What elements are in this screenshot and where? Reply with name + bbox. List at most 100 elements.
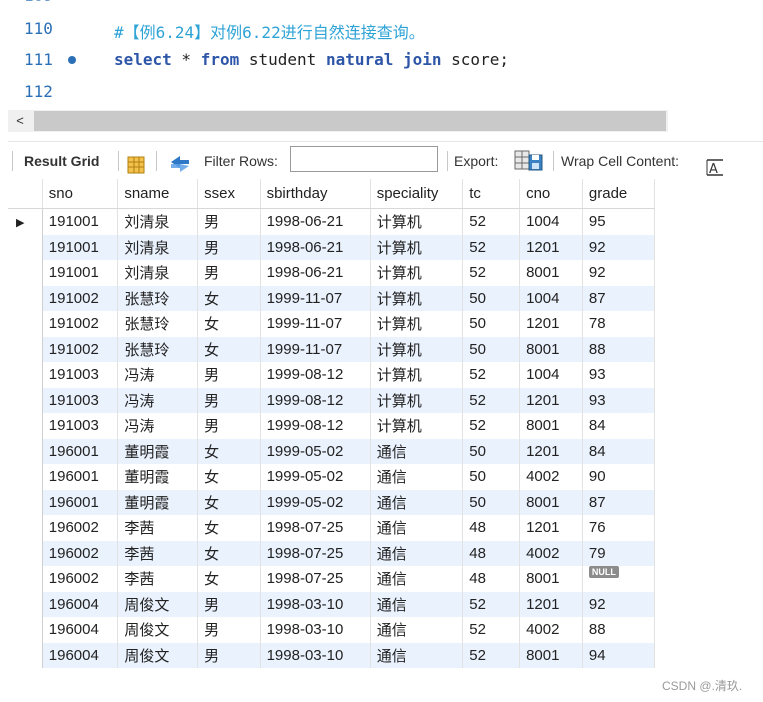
cell-ssex[interactable]: 女 (197, 336, 261, 362)
refresh-icon[interactable] (168, 151, 192, 173)
cell-grade[interactable]: 90 (582, 464, 656, 490)
cell-speciality[interactable]: 通信 (370, 566, 464, 592)
cell-speciality[interactable]: 计算机 (370, 387, 464, 413)
cell-cno[interactable]: 4002 (519, 617, 583, 643)
table-row[interactable]: 196002 李茜女 1998-07-25 通信 48 8001 NULL (8, 566, 656, 592)
table-row[interactable]: 191002 张慧玲女 1999-11-07 计算机 50 1201 78 (8, 311, 656, 337)
cell-sbirthday[interactable]: 1999-05-02 (260, 489, 371, 515)
cell-cno[interactable]: 4002 (519, 540, 583, 566)
cell-sname[interactable]: 周俊文 (117, 617, 199, 643)
column-header-sname[interactable]: sname (117, 179, 199, 209)
cell-speciality[interactable]: 计算机 (370, 336, 464, 362)
cell-ssex[interactable]: 女 (197, 285, 261, 311)
cell-sno[interactable]: 196001 (42, 489, 119, 515)
cell-speciality[interactable]: 通信 (370, 617, 464, 643)
table-row[interactable]: 196002 李茜女 1998-07-25 通信 48 4002 79 (8, 540, 656, 566)
cell-cno[interactable]: 8001 (519, 489, 583, 515)
cell-sname[interactable]: 冯涛 (117, 362, 199, 388)
horizontal-scrollbar[interactable]: < (8, 110, 668, 132)
cell-ssex[interactable]: 男 (197, 362, 261, 388)
cell-cno[interactable]: 8001 (519, 642, 583, 668)
cell-ssex[interactable]: 男 (197, 642, 261, 668)
cell-grade[interactable]: 79 (582, 540, 656, 566)
cell-tc[interactable]: 52 (462, 387, 521, 413)
cell-sname[interactable]: 李茜 (117, 515, 199, 541)
cell-cno[interactable]: 1201 (519, 438, 583, 464)
cell-grade[interactable]: 87 (582, 285, 656, 311)
code-line[interactable]: 112 (0, 82, 763, 104)
cell-ssex[interactable]: 女 (197, 311, 261, 337)
cell-grade[interactable]: 94 (582, 642, 656, 668)
cell-speciality[interactable]: 通信 (370, 540, 464, 566)
column-header-speciality[interactable]: speciality (370, 179, 464, 209)
cell-sno[interactable]: 191001 (42, 260, 119, 286)
cell-grade[interactable]: 92 (582, 260, 656, 286)
sql-editor[interactable]: 109 110 #【例6.24】对例6.22进行自然连接查询。 111 sele… (0, 0, 763, 108)
table-row[interactable]: 191002 张慧玲女 1999-11-07 计算机 50 8001 88 (8, 336, 656, 362)
row-header[interactable] (8, 591, 43, 617)
column-header-sbirthday[interactable]: sbirthday (260, 179, 371, 209)
cell-tc[interactable]: 50 (462, 489, 521, 515)
cell-speciality[interactable]: 计算机 (370, 260, 464, 286)
row-header[interactable] (8, 260, 43, 286)
cell-cno[interactable]: 8001 (519, 260, 583, 286)
cell-cno[interactable]: 1201 (519, 591, 583, 617)
row-header[interactable] (8, 540, 43, 566)
table-row[interactable]: 191001 刘清泉男 1998-06-21 计算机 52 8001 92 (8, 260, 656, 286)
cell-sbirthday[interactable]: 1999-11-07 (260, 285, 371, 311)
cell-tc[interactable]: 50 (462, 336, 521, 362)
cell-sbirthday[interactable]: 1999-05-02 (260, 464, 371, 490)
cell-cno[interactable]: 1004 (519, 362, 583, 388)
cell-sname[interactable]: 冯涛 (117, 413, 199, 439)
cell-sno[interactable]: 196001 (42, 464, 119, 490)
code-line[interactable]: 111 select * from student natural join s… (0, 50, 763, 72)
cell-sname[interactable]: 李茜 (117, 566, 199, 592)
row-header[interactable] (8, 311, 43, 337)
cell-grade[interactable]: 92 (582, 591, 656, 617)
cell-sbirthday[interactable]: 1998-06-21 (260, 234, 371, 260)
result-grid[interactable]: sno sname ssex sbirthday speciality tc cno grad… (8, 179, 656, 668)
cell-cno[interactable]: 1201 (519, 515, 583, 541)
cell-cno[interactable]: 4002 (519, 464, 583, 490)
cell-tc[interactable]: 48 (462, 515, 521, 541)
cell-ssex[interactable]: 男 (197, 413, 261, 439)
cell-grade[interactable]: 93 (582, 362, 656, 388)
grid-view-icon[interactable] (126, 151, 146, 174)
cell-ssex[interactable]: 女 (197, 489, 261, 515)
cell-ssex[interactable]: 男 (197, 387, 261, 413)
cell-grade[interactable]: 88 (582, 617, 656, 643)
result-grid-tab[interactable]: Result Grid (24, 142, 99, 180)
row-header[interactable] (8, 413, 43, 439)
cell-sbirthday[interactable]: 1998-03-10 (260, 591, 371, 617)
row-header[interactable] (8, 489, 43, 515)
cell-ssex[interactable]: 男 (197, 617, 261, 643)
cell-cno[interactable]: 1201 (519, 234, 583, 260)
filter-rows-input[interactable] (290, 146, 438, 172)
cell-sname[interactable]: 李茜 (117, 540, 199, 566)
cell-sno[interactable]: 196004 (42, 591, 119, 617)
cell-sbirthday[interactable]: 1998-03-10 (260, 642, 371, 668)
cell-tc[interactable]: 48 (462, 540, 521, 566)
cell-sbirthday[interactable]: 1998-03-10 (260, 617, 371, 643)
table-row[interactable]: 196001 董明霞女 1999-05-02 通信 50 4002 90 (8, 464, 656, 490)
cell-sname[interactable]: 董明霞 (117, 464, 199, 490)
cell-tc[interactable]: 50 (462, 285, 521, 311)
cell-sno[interactable]: 191003 (42, 413, 119, 439)
cell-sname[interactable]: 周俊文 (117, 591, 199, 617)
cell-ssex[interactable]: 男 (197, 591, 261, 617)
cell-ssex[interactable]: 女 (197, 438, 261, 464)
cell-sno[interactable]: 196004 (42, 617, 119, 643)
table-row[interactable]: 196001 董明霞女 1999-05-02 通信 50 1201 84 (8, 438, 656, 464)
wrap-text-icon[interactable]: A (706, 152, 724, 177)
row-header[interactable] (8, 362, 43, 388)
cell-sbirthday[interactable]: 1998-07-25 (260, 540, 371, 566)
cell-speciality[interactable]: 通信 (370, 515, 464, 541)
row-header[interactable] (8, 617, 43, 643)
cell-sname[interactable]: 刘清泉 (117, 260, 199, 286)
cell-grade[interactable]: 87 (582, 489, 656, 515)
cell-sname[interactable]: 刘清泉 (117, 234, 199, 260)
cell-speciality[interactable]: 计算机 (370, 362, 464, 388)
cell-sname[interactable]: 周俊文 (117, 642, 199, 668)
cell-sbirthday[interactable]: 1999-11-07 (260, 336, 371, 362)
cell-grade[interactable]: 92 (582, 234, 656, 260)
